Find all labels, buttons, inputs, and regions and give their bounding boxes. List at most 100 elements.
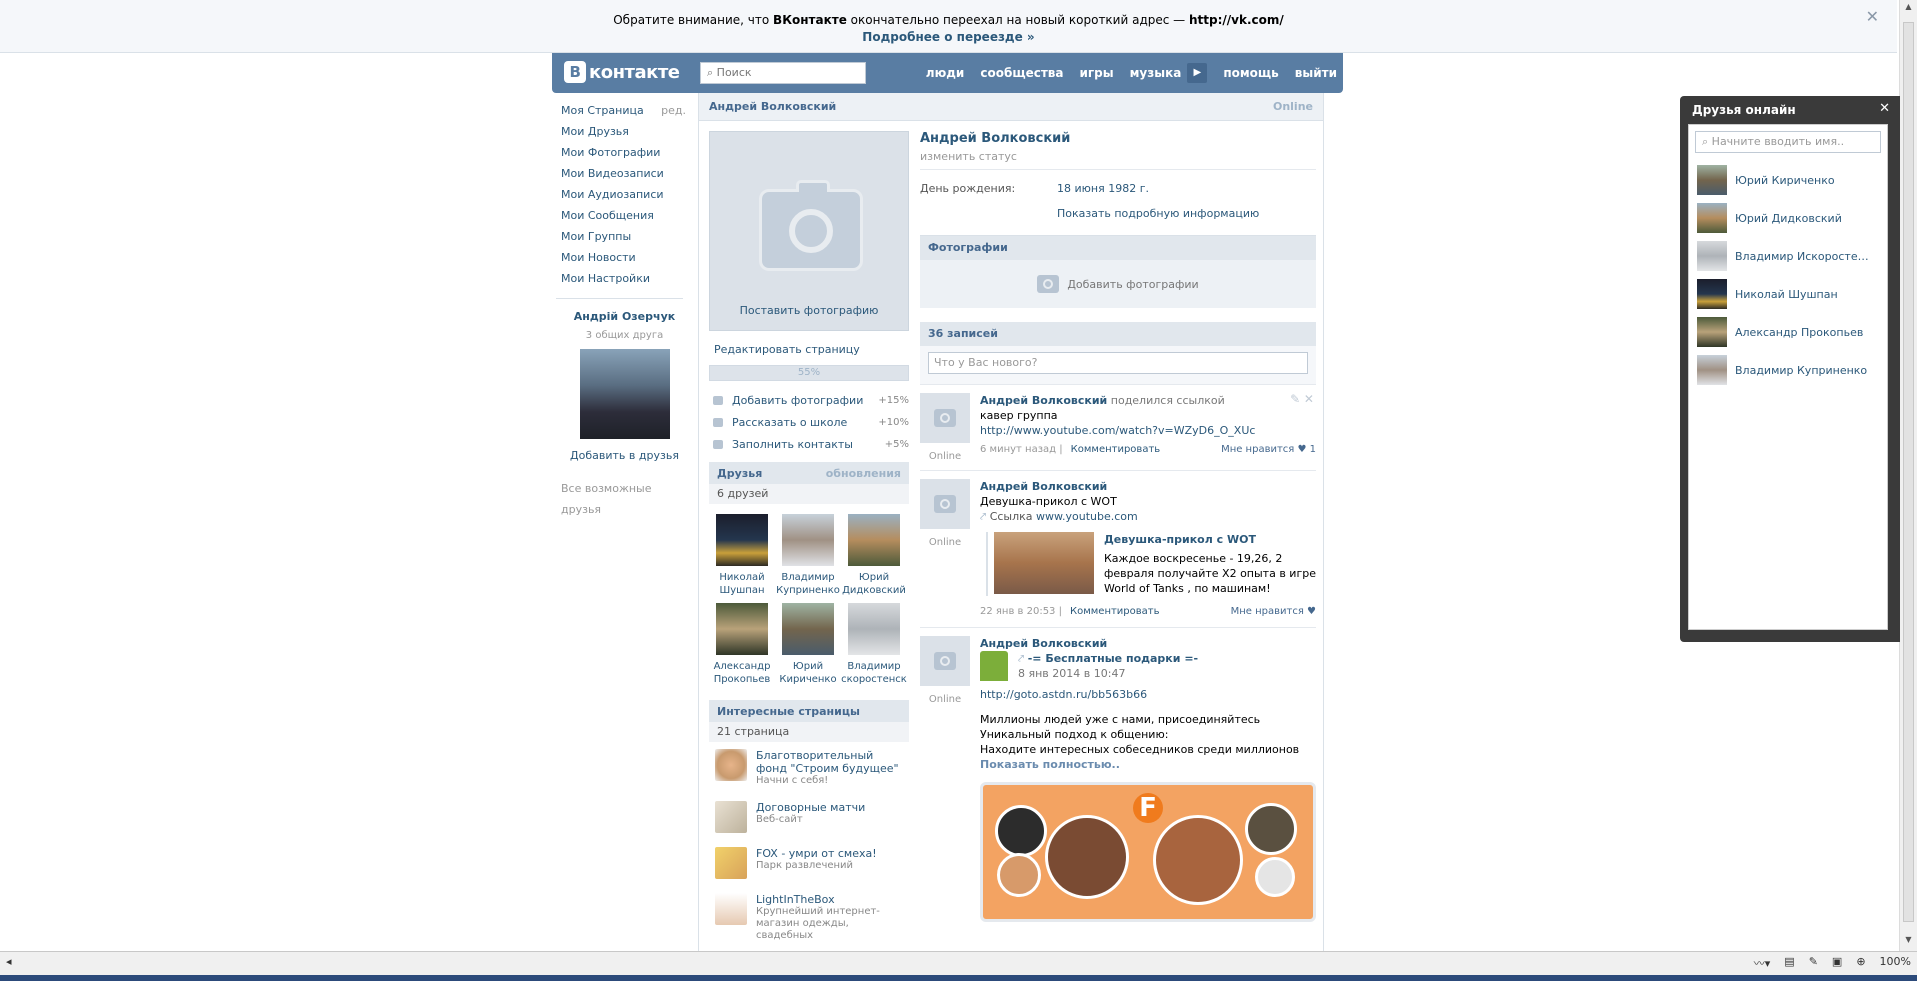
search-input[interactable]: ⌕ Поиск — [700, 62, 866, 84]
friend-item[interactable]: Владимир скоростенск — [841, 603, 907, 686]
online-friend-name[interactable]: Владимир Куприненко — [1735, 364, 1875, 377]
nav-communities[interactable]: сообщества — [980, 66, 1063, 80]
close-icon[interactable]: ✕ — [1866, 8, 1879, 25]
profile-avatar[interactable]: Поставить фотографию — [709, 131, 909, 331]
sidebar-item-audio[interactable]: Мои Аудиозаписи — [561, 184, 688, 205]
online-friend[interactable]: Юрий Кириченко — [1689, 161, 1887, 199]
nav-logout[interactable]: выйти — [1295, 66, 1337, 80]
nav-help[interactable]: помощь — [1223, 66, 1278, 80]
page-item[interactable]: Договорные матчи Веб-сайт — [709, 794, 909, 840]
link-domain[interactable]: www.youtube.com — [1036, 510, 1138, 523]
post-avatar[interactable] — [920, 393, 970, 443]
sidebar-item-photos[interactable]: Мои Фотографии — [561, 142, 688, 163]
post-link[interactable]: http://www.youtube.com/watch?v=WZyD6_O_X… — [980, 424, 1255, 437]
online-friend-name[interactable]: Юрий Дидковский — [1735, 212, 1875, 225]
friends-header[interactable]: Друзья обновления — [709, 462, 909, 484]
window-icon[interactable]: ▣ — [1832, 955, 1842, 971]
online-friend[interactable]: Александр Прокопьев — [1689, 313, 1887, 351]
all-possible-friends-link[interactable]: Все возможные друзья — [561, 478, 688, 516]
show-full-link[interactable]: Показать полностью.. — [980, 758, 1120, 771]
page-item[interactable]: FOX - умри от смеха! Парк развлечений — [709, 840, 909, 886]
back-icon[interactable]: ◂ — [6, 955, 12, 968]
gift-title[interactable]: -= Бесплатные подарки =- — [1028, 652, 1198, 665]
post-author[interactable]: Андрей Волковский — [980, 637, 1107, 650]
todo-add-photos[interactable]: Добавить фотографии — [732, 394, 878, 407]
tool-icon[interactable]: ✎ — [1809, 955, 1818, 971]
wall-count[interactable]: 36 записей — [920, 322, 1316, 346]
nav-music[interactable]: музыка — [1130, 66, 1182, 80]
zoom-icon[interactable]: ⊕ — [1856, 955, 1865, 971]
vertical-scrollbar[interactable]: ▲ ▼ — [1899, 0, 1917, 951]
page-item[interactable]: Благотворительный фонд "Строим будущее" Н… — [709, 742, 909, 794]
move-details-link[interactable]: Подробнее о переезде » — [862, 30, 1034, 44]
close-icon[interactable]: ✕ — [1879, 101, 1890, 116]
scroll-up-icon[interactable]: ▲ — [1900, 2, 1917, 16]
add-friend-link[interactable]: Добавить в друзья — [561, 445, 688, 466]
online-friend[interactable]: Юрий Дидковский — [1689, 199, 1887, 237]
page-icon[interactable]: ▤ — [1784, 955, 1794, 971]
friends-online-title[interactable]: Друзья онлайн — [1680, 96, 1900, 124]
scroll-down-icon[interactable]: ▼ — [1900, 935, 1917, 949]
link-preview-card[interactable]: Девушка-прикол с WOT Каждое воскресенье -… — [986, 532, 1316, 596]
post-author[interactable]: Андрей Волковский — [980, 480, 1107, 493]
online-friend-name[interactable]: Юрий Кириченко — [1735, 174, 1875, 187]
birthday-value[interactable]: 18 июня 1982 г. — [1057, 182, 1149, 195]
activity-icon[interactable]: 〰▾ — [1754, 955, 1771, 971]
show-details-link[interactable]: Показать подробную информацию — [1057, 207, 1316, 220]
todo-school[interactable]: Рассказать о школе — [732, 416, 878, 429]
online-friend[interactable]: Владимир Куприненко — [1689, 351, 1887, 389]
post-time[interactable]: 6 минут назад — [980, 442, 1056, 457]
post-time[interactable]: 22 янв в 20:53 — [980, 604, 1055, 619]
online-friend[interactable]: Владимир Искоростенский — [1689, 237, 1887, 275]
sidebar-item-friends[interactable]: Мои Друзья — [561, 121, 688, 142]
sidebar-item-settings[interactable]: Мои Настройки — [561, 268, 688, 289]
add-photos-button[interactable]: Добавить фотографии — [920, 260, 1316, 308]
post-avatar[interactable] — [920, 636, 970, 686]
friend-item[interactable]: Александр Прокопьев — [709, 603, 775, 686]
gift-date[interactable]: 8 янв 2014 в 10:47 — [1018, 666, 1198, 681]
post-author[interactable]: Андрей Волковский — [980, 394, 1107, 407]
vk-logo[interactable]: В контакте — [564, 61, 680, 83]
nav-games[interactable]: игры — [1080, 66, 1114, 80]
sidebar-item-messages[interactable]: Мои Сообщения — [561, 205, 688, 226]
change-status-link[interactable]: изменить статус — [920, 150, 1316, 170]
friend-item[interactable]: Николай Шушпан — [709, 514, 775, 597]
online-friend-name[interactable]: Владимир Искоростенский — [1735, 250, 1875, 263]
post-avatar[interactable] — [920, 479, 970, 529]
online-friend-name[interactable]: Александр Прокопьев — [1735, 326, 1875, 339]
friend-search-input[interactable]: ⌕ Начните вводить имя.. — [1695, 131, 1881, 153]
video-thumbnail[interactable] — [994, 532, 1094, 594]
play-icon[interactable]: ▶ — [1187, 63, 1208, 83]
zoom-level[interactable]: 100% — [1880, 955, 1911, 971]
sidebar-item-groups[interactable]: Мои Группы — [561, 226, 688, 247]
edit-page-link[interactable]: Редактировать страницу — [709, 331, 909, 365]
comment-link[interactable]: Комментировать — [1071, 442, 1161, 457]
suggestion-name[interactable]: Андрій Озерчук — [561, 306, 688, 327]
photos-title[interactable]: Фотографии — [920, 236, 1316, 260]
friend-item[interactable]: Владимир Куприненко — [775, 514, 841, 597]
sidebar-item-news[interactable]: Мои Новости — [561, 247, 688, 268]
online-friend[interactable]: Николай Шушпан — [1689, 275, 1887, 313]
comment-link[interactable]: Комментировать — [1070, 604, 1160, 619]
pages-header[interactable]: Интересные страницы — [709, 700, 909, 722]
sidebar-edit-link[interactable]: ред. — [661, 100, 686, 121]
friends-updates-link[interactable]: обновления — [826, 467, 901, 480]
promo-banner-image[interactable]: F — [980, 782, 1316, 922]
wall-post-input[interactable]: Что у Вас нового? — [928, 352, 1308, 374]
card-title[interactable]: Девушка-прикол с WOT — [1104, 532, 1316, 547]
page-item[interactable]: LightInTheBox Крупнейший интернет-магазин… — [709, 886, 909, 949]
like-button[interactable]: Мне нравится ♥ 1 — [1221, 442, 1316, 457]
put-photo-link[interactable]: Поставить фотографию — [710, 304, 908, 317]
like-button[interactable]: Мне нравится ♥ — [1231, 604, 1316, 619]
sidebar-item-videos[interactable]: Мои Видеозаписи — [561, 163, 688, 184]
friend-item[interactable]: Юрий Кириченко — [775, 603, 841, 686]
todo-contacts[interactable]: Заполнить контакты — [732, 438, 885, 451]
author-online: Online — [928, 537, 962, 548]
scroll-thumb[interactable] — [1903, 22, 1914, 922]
nav-people[interactable]: люди — [926, 66, 965, 80]
post-edit-delete-icon[interactable]: ✎ ✕ — [1290, 392, 1314, 406]
friend-item[interactable]: Юрий Дидковский — [841, 514, 907, 597]
online-friend-name[interactable]: Николай Шушпан — [1735, 288, 1875, 301]
post-link[interactable]: http://goto.astdn.ru/bb563b66 — [980, 688, 1147, 701]
suggestion-photo[interactable] — [579, 349, 670, 439]
